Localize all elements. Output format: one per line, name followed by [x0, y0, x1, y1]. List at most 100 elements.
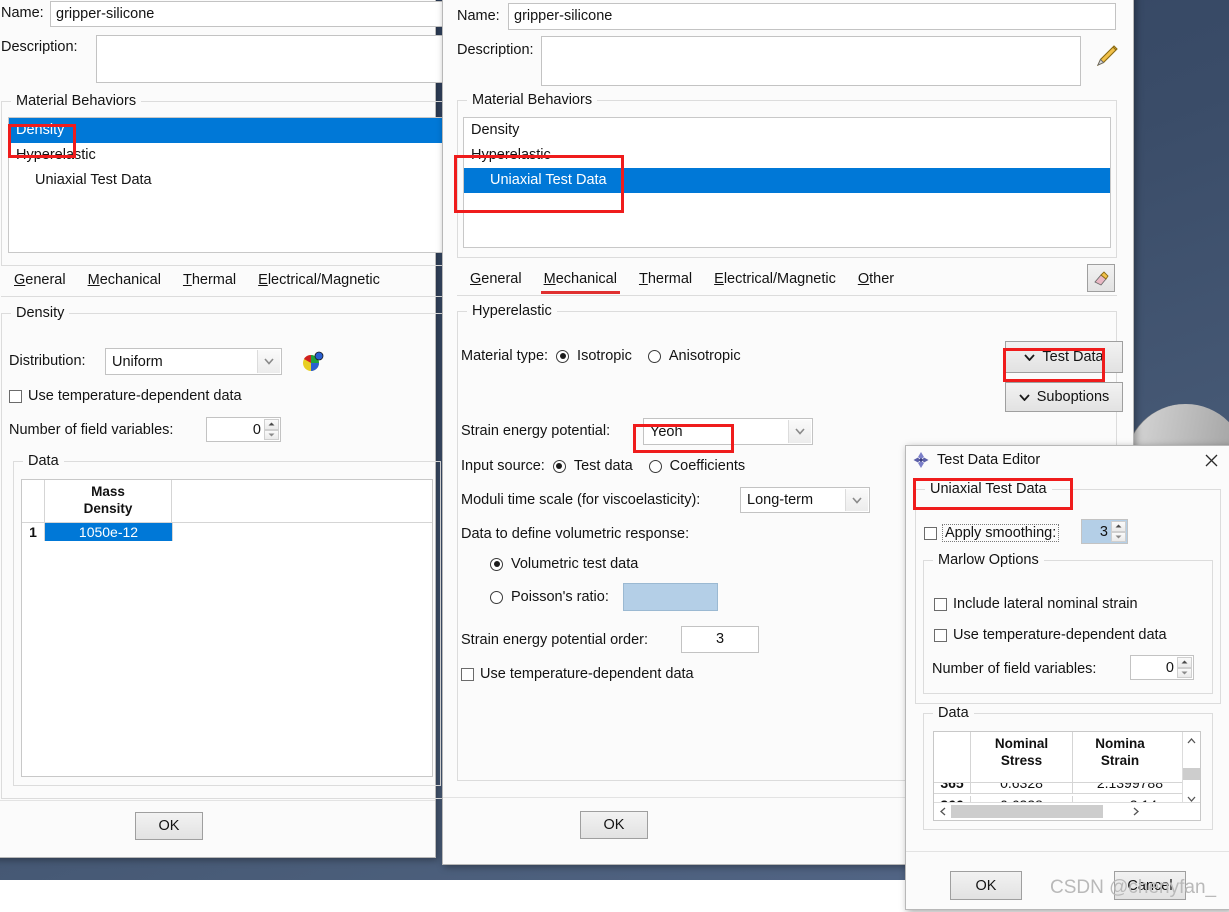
- scroll-thumb-horizontal[interactable]: [951, 805, 1103, 818]
- color-palette-icon[interactable]: [299, 347, 327, 375]
- tabbar-mid: General Mechanical Thermal Electrical/Ma…: [459, 268, 905, 290]
- density-row-mass-density[interactable]: 1050e-12: [45, 523, 172, 541]
- name-input[interactable]: gripper-silicone: [50, 1, 450, 27]
- density-header-index: [22, 480, 45, 522]
- tab-thermal-mid[interactable]: Thermal: [628, 268, 703, 290]
- tab-electrical-magnetic-mid[interactable]: Electrical/Magnetic: [703, 268, 847, 290]
- tab-divider-mid: [457, 295, 1117, 296]
- behavior-item-hyperelastic-mid[interactable]: Hyperelastic: [464, 143, 1110, 168]
- radio-coefficients[interactable]: [649, 460, 662, 473]
- description-input[interactable]: [96, 35, 451, 83]
- close-icon[interactable]: [1198, 449, 1224, 471]
- apply-smoothing-stepper[interactable]: 3: [1081, 519, 1128, 544]
- eraser-icon-button[interactable]: [1087, 264, 1115, 292]
- ok-button-left[interactable]: OK: [135, 812, 203, 840]
- stepper-up-tde[interactable]: [1177, 657, 1192, 668]
- apply-smoothing-stepper-buttons[interactable]: [1111, 521, 1126, 542]
- chevron-down-icon[interactable]: [788, 420, 811, 443]
- ok-button-tde[interactable]: OK: [950, 871, 1022, 900]
- tab-mechanical-left[interactable]: Mechanical: [77, 269, 172, 291]
- stepper-down-tde[interactable]: [1177, 668, 1192, 679]
- behavior-item-uniaxial-test-data[interactable]: Uniaxial Test Data: [9, 168, 443, 193]
- tab-general-left[interactable]: General: [3, 269, 77, 291]
- stepper-up-smoothing[interactable]: [1111, 521, 1126, 532]
- radio-anisotropic[interactable]: [648, 350, 661, 363]
- tab-electrical-magnetic-left[interactable]: Electrical/Magnetic: [247, 269, 391, 291]
- pencil-edit-icon[interactable]: [1091, 41, 1121, 71]
- table-row[interactable]: 1 1050e-12: [22, 523, 432, 541]
- distribution-select[interactable]: Uniform: [105, 348, 282, 375]
- stepper-down-left[interactable]: [264, 430, 279, 441]
- name-input-mid[interactable]: gripper-silicone: [508, 3, 1116, 30]
- temp-dependent-row-tde[interactable]: Use temperature-dependent data: [934, 627, 1167, 643]
- description-input-mid[interactable]: [541, 36, 1081, 86]
- temp-dependent-checkbox-mid[interactable]: [461, 668, 474, 681]
- temp-dependent-checkbox-left[interactable]: [9, 390, 22, 403]
- moduli-select[interactable]: Long-term: [740, 487, 870, 513]
- behavior-item-hyperelastic[interactable]: Hyperelastic: [9, 143, 443, 168]
- csdn-watermark: CSDN @chenyfan_: [1050, 877, 1216, 899]
- suboptions-button[interactable]: Suboptions: [1005, 382, 1123, 412]
- distribution-label: Distribution:: [9, 353, 86, 369]
- radio-test-data[interactable]: [553, 460, 566, 473]
- material-behaviors-title-mid: Material Behaviors: [467, 92, 597, 108]
- field-variables-stepper-left[interactable]: 0: [206, 417, 281, 442]
- test-data-button[interactable]: Test Data: [1005, 341, 1123, 373]
- test-data-row-strain-clipped[interactable]: 2.1399788: [1073, 783, 1167, 793]
- chevron-down-icon[interactable]: [257, 350, 280, 373]
- radio-poisson-ratio[interactable]: [490, 591, 503, 604]
- behavior-item-uniaxial-test-data-mid[interactable]: Uniaxial Test Data: [464, 168, 1110, 193]
- tab-thermal-left[interactable]: Thermal: [172, 269, 247, 291]
- stepper-buttons-tde[interactable]: [1177, 657, 1192, 678]
- test-data-row-stress-clipped[interactable]: 0.6328: [971, 783, 1073, 793]
- apply-smoothing-checkbox[interactable]: [924, 527, 937, 540]
- potential-order-input[interactable]: 3: [681, 626, 759, 653]
- radio-poisson-ratio-label: Poisson's ratio:: [511, 589, 609, 605]
- include-lateral-row[interactable]: Include lateral nominal strain: [934, 596, 1138, 612]
- tab-mechanical-mid[interactable]: Mechanical: [533, 268, 628, 290]
- field-variables-stepper-tde[interactable]: 0: [1130, 655, 1194, 680]
- material-type-label: Material type:: [461, 348, 548, 364]
- test-data-table[interactable]: Nominal Stress Nomina Strain 365 0.6328 …: [933, 731, 1201, 821]
- stepper-up-left[interactable]: [264, 419, 279, 430]
- tabbar-left: General Mechanical Thermal Electrical/Ma…: [3, 269, 391, 291]
- stepper-down-smoothing[interactable]: [1111, 532, 1126, 543]
- scroll-left-icon[interactable]: [934, 803, 951, 820]
- behavior-item-density-mid[interactable]: Density: [464, 118, 1110, 143]
- poisson-ratio-row[interactable]: Poisson's ratio:: [490, 589, 609, 605]
- table-horizontal-scrollbar[interactable]: [934, 802, 1200, 820]
- behaviors-listbox-left[interactable]: Density Hyperelastic Uniaxial Test Data: [8, 117, 444, 253]
- temp-dependent-row-left[interactable]: Use temperature-dependent data: [9, 388, 242, 404]
- tab-other-mid[interactable]: Other: [847, 268, 905, 290]
- behaviors-listbox-mid[interactable]: Density Hyperelastic Uniaxial Test Data: [463, 117, 1111, 248]
- nominal-stress-line2: Stress: [1001, 753, 1042, 768]
- radio-volumetric-test-data[interactable]: [490, 558, 503, 571]
- strain-energy-label: Strain energy potential:: [461, 423, 610, 439]
- scroll-right-icon[interactable]: [1127, 803, 1144, 820]
- tab-divider-left: [1, 296, 451, 297]
- density-header-mass-density: Mass Density: [45, 480, 172, 522]
- test-data-editor-title: Test Data Editor: [937, 452, 1040, 468]
- table-vertical-scrollbar[interactable]: [1182, 732, 1200, 803]
- temp-dependent-row-mid[interactable]: Use temperature-dependent data: [461, 666, 694, 682]
- test-data-row-index-clipped: 365: [934, 783, 971, 793]
- density-data-table[interactable]: Mass Density 1 1050e-12: [21, 479, 433, 777]
- behavior-item-density[interactable]: Density: [9, 118, 443, 143]
- tab-general-mid[interactable]: General: [459, 268, 533, 290]
- field-variables-value-left: 0: [253, 422, 261, 438]
- chevron-down-icon[interactable]: [845, 489, 868, 511]
- ok-button-mid[interactable]: OK: [580, 811, 648, 839]
- scroll-up-icon[interactable]: [1183, 732, 1200, 749]
- stepper-buttons-left[interactable]: [264, 419, 279, 440]
- poisson-ratio-input[interactable]: [623, 583, 718, 611]
- table-row[interactable]: 365 0.6328 2.1399788: [934, 783, 1200, 793]
- strain-energy-select[interactable]: Yeoh: [643, 418, 813, 445]
- include-lateral-checkbox[interactable]: [934, 598, 947, 611]
- apply-smoothing-row[interactable]: Apply smoothing:: [924, 524, 1059, 542]
- scroll-thumb-vertical[interactable]: [1183, 768, 1200, 780]
- radio-isotropic[interactable]: [556, 350, 569, 363]
- volumetric-test-data-row[interactable]: Volumetric test data: [490, 556, 638, 572]
- density-row-spacer: [172, 523, 432, 541]
- temp-dependent-checkbox-tde[interactable]: [934, 629, 947, 642]
- description-label: Description:: [1, 39, 78, 55]
